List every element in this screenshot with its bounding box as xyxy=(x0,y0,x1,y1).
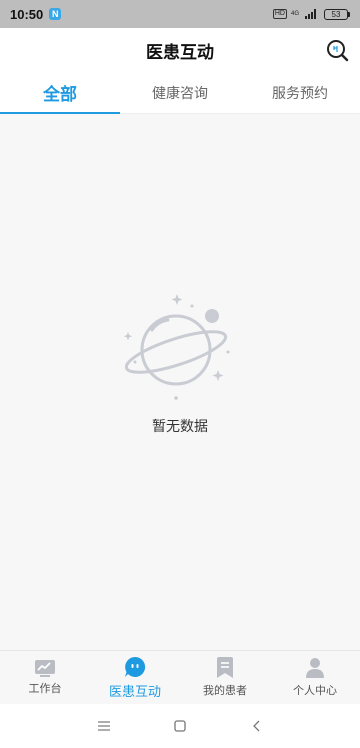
app-notification-icon: N xyxy=(49,8,62,20)
empty-state: 暂无数据 xyxy=(0,290,360,436)
tab-bar: 全部 健康咨询 服务预约 xyxy=(0,72,360,114)
page-title: 医患互动 xyxy=(146,42,214,62)
nav-patients-label: 我的患者 xyxy=(203,685,247,697)
tab-service-booking[interactable]: 服务预约 xyxy=(240,72,360,113)
nav-workbench[interactable]: 工作台 xyxy=(0,651,90,704)
bottom-nav: 工作台 医患互动 我的患者 个人中心 xyxy=(0,650,360,704)
back-button[interactable] xyxy=(248,718,264,734)
menu-icon xyxy=(98,721,110,731)
home-icon xyxy=(174,720,186,732)
hd-indicator: HD xyxy=(272,9,287,19)
search-button[interactable] xyxy=(325,38,349,62)
menu-button[interactable] xyxy=(96,718,112,734)
bookmark-icon xyxy=(217,657,233,678)
tab-health-consult[interactable]: 健康咨询 xyxy=(120,72,240,113)
app-header: 医患互动 xyxy=(0,28,360,72)
status-indicators: HD 4G 53 xyxy=(272,8,350,20)
system-nav-bar xyxy=(0,704,360,748)
signal-icon xyxy=(305,9,316,19)
network-type: 4G xyxy=(291,11,300,17)
chart-icon xyxy=(35,660,55,677)
tab-all[interactable]: 全部 xyxy=(0,72,120,114)
person-icon xyxy=(306,658,324,678)
nav-profile-label: 个人中心 xyxy=(293,685,337,697)
battery-icon: 53 xyxy=(324,8,350,20)
planet-icon xyxy=(123,294,230,400)
status-bar: 10:50 N HD 4G 53 xyxy=(0,0,360,28)
status-time: 10:50 xyxy=(10,6,44,22)
back-icon xyxy=(253,720,260,732)
nav-workbench-label: 工作台 xyxy=(28,683,62,695)
nav-interaction-label: 医患互动 xyxy=(108,683,161,699)
empty-message: 暂无数据 xyxy=(152,418,208,434)
nav-patients[interactable]: 我的患者 xyxy=(180,651,270,704)
chat-bubble-icon xyxy=(125,656,146,677)
nav-profile[interactable]: 个人中心 xyxy=(270,651,360,704)
battery-level: 53 xyxy=(324,8,348,20)
home-button[interactable] xyxy=(172,718,188,734)
nav-interaction[interactable]: 医患互动 xyxy=(90,651,180,704)
search-icon xyxy=(327,40,349,62)
